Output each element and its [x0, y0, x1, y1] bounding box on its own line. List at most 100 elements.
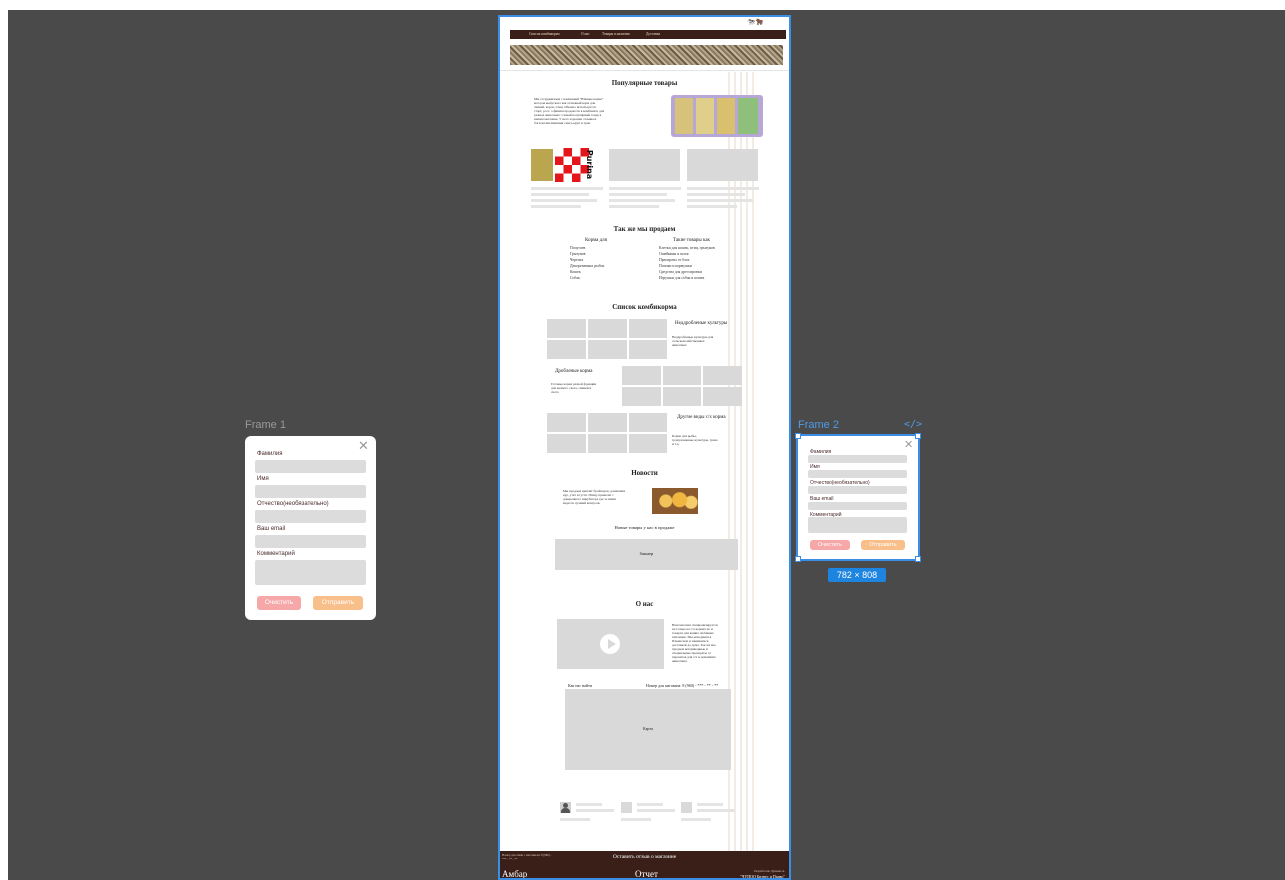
email-input[interactable]	[255, 535, 366, 548]
also-sell-title: Так же мы продаем	[613, 225, 676, 233]
goods-item: Средства для дрессировки	[659, 270, 702, 274]
feed-bag	[696, 98, 714, 134]
skeleton-line	[637, 803, 663, 806]
nav-item-feed-list[interactable]: Список комбикорма	[529, 32, 560, 36]
skeleton-line	[576, 803, 602, 806]
skeleton-line	[609, 205, 659, 208]
feed-photo	[629, 413, 667, 432]
feed-photo	[588, 319, 627, 338]
skeleton-line	[687, 193, 745, 196]
nav-item-in-stock[interactable]: Товары в наличии	[602, 32, 630, 36]
send-button[interactable]: Отправить	[861, 540, 905, 550]
resize-handle[interactable]	[795, 556, 801, 562]
video-placeholder[interactable]	[557, 619, 664, 669]
feed-photo	[588, 434, 627, 453]
feed-item2-text: Готовые корма разной фракции для мелкого…	[551, 382, 597, 394]
field-label-name: Имя	[257, 476, 269, 482]
feed-photo	[547, 413, 586, 432]
feed-photo	[547, 319, 586, 338]
product-card-placeholder	[687, 149, 758, 181]
clear-button[interactable]: Очистить	[257, 596, 301, 610]
patronymic-input[interactable]	[808, 486, 907, 494]
news-text: Мы продаем цыплят бройлеров, домашних ку…	[563, 489, 626, 505]
close-icon[interactable]: ✕	[904, 438, 913, 451]
banner-placeholder[interactable]: баннер	[555, 539, 738, 570]
play-icon[interactable]	[600, 634, 620, 654]
name-input[interactable]	[808, 470, 907, 478]
resize-handle[interactable]	[915, 556, 921, 562]
footer-org: "ЧУПОО Бизнес и Право"	[740, 874, 785, 879]
frame1-form: ✕ Фамилия Имя Отчество(необязательно) Ва…	[245, 436, 376, 620]
feed-photo	[547, 340, 586, 359]
comment-input[interactable]	[808, 517, 907, 533]
code-icon[interactable]: </>	[904, 419, 922, 430]
about-title: О нас	[635, 600, 654, 608]
feed-item2-title: Дробленые корма	[555, 369, 593, 374]
skeleton-line	[687, 187, 759, 190]
skeleton-line	[609, 199, 675, 202]
skeleton-line	[609, 187, 681, 190]
close-icon[interactable]: ✕	[358, 439, 369, 454]
name-input[interactable]	[255, 485, 366, 498]
skeleton-line	[687, 199, 753, 202]
feed-bag	[675, 98, 693, 134]
skeleton-line	[681, 818, 711, 821]
skeleton-line	[576, 809, 614, 812]
goods-item: Клетки для кошек, птиц, грызунов	[659, 246, 715, 250]
feed-photo	[622, 366, 661, 385]
logo-icon[interactable]: 🐄🐂	[746, 18, 763, 26]
skeleton-line	[621, 818, 651, 821]
feedback-link[interactable]: Оставить отзыв о магазине	[500, 854, 789, 860]
feed-photo	[703, 366, 742, 385]
feed-for-item: Попугаев	[570, 246, 586, 250]
surname-input[interactable]	[808, 455, 907, 463]
feed-photo	[588, 340, 627, 359]
product-card-placeholder	[609, 149, 680, 181]
purina-brand-text: Purina	[585, 149, 595, 180]
skeleton-line	[637, 809, 675, 812]
email-input[interactable]	[808, 502, 907, 510]
frame2-form: ✕ Фамилия Имя Отчество(необязательно) Ва…	[796, 434, 920, 561]
resize-handle[interactable]	[915, 433, 921, 439]
feed-bag	[738, 98, 758, 134]
nav-item-delivery[interactable]: Доставка	[646, 32, 660, 36]
frame2-label[interactable]: Frame 2	[798, 419, 839, 431]
main-page-frame[interactable]: 🐄🐂 Список комбикорма О нас Товары в нали…	[498, 15, 791, 880]
feed-for-item: Собак	[570, 276, 580, 280]
popular-title: Популярные товары	[611, 79, 678, 87]
map-placeholder[interactable]: Карта	[565, 689, 731, 770]
nav-item-about[interactable]: О нас	[581, 32, 590, 36]
clear-button[interactable]: Очистить	[810, 540, 850, 550]
comment-input[interactable]	[255, 560, 366, 585]
field-label-surname: Фамилия	[257, 451, 283, 457]
news-title: Новости	[631, 469, 658, 477]
feed-for-item: Кошек	[570, 270, 581, 274]
field-label-email: Ваш email	[257, 526, 286, 532]
how-to-find-label: Как нас найти	[568, 683, 592, 688]
feed-photo	[663, 366, 701, 385]
skeleton-line	[560, 818, 590, 821]
skeleton-line	[531, 205, 581, 208]
feed-photo	[703, 387, 742, 406]
header-divider	[500, 70, 789, 71]
send-button[interactable]: Отправить	[313, 596, 363, 610]
frame1-label[interactable]: Frame 1	[245, 419, 286, 431]
map-label: Карта	[643, 726, 653, 731]
feed-photo	[622, 387, 661, 406]
resize-handle[interactable]	[795, 433, 801, 439]
feed-list-title: Список комбикорма	[612, 303, 677, 311]
surname-input[interactable]	[255, 460, 366, 473]
product-bag-image	[531, 149, 553, 181]
size-badge: 782 × 808	[828, 568, 886, 582]
goods-item: Препараты от блох	[659, 258, 690, 262]
feed-photo	[547, 434, 586, 453]
footer-logo[interactable]: Амбар	[502, 869, 527, 878]
store-phone: Номер для магазина: 8 (960) - *** - ** -…	[646, 683, 719, 688]
footer: Номер для связи с магазином: 8 (960) - *…	[500, 851, 789, 879]
feed-photo	[588, 413, 627, 432]
skeleton-line	[687, 205, 737, 208]
patronymic-input[interactable]	[255, 510, 366, 523]
feed-photo	[629, 340, 667, 359]
report-link[interactable]: Отчет	[635, 869, 658, 878]
avatar-body	[561, 808, 570, 813]
